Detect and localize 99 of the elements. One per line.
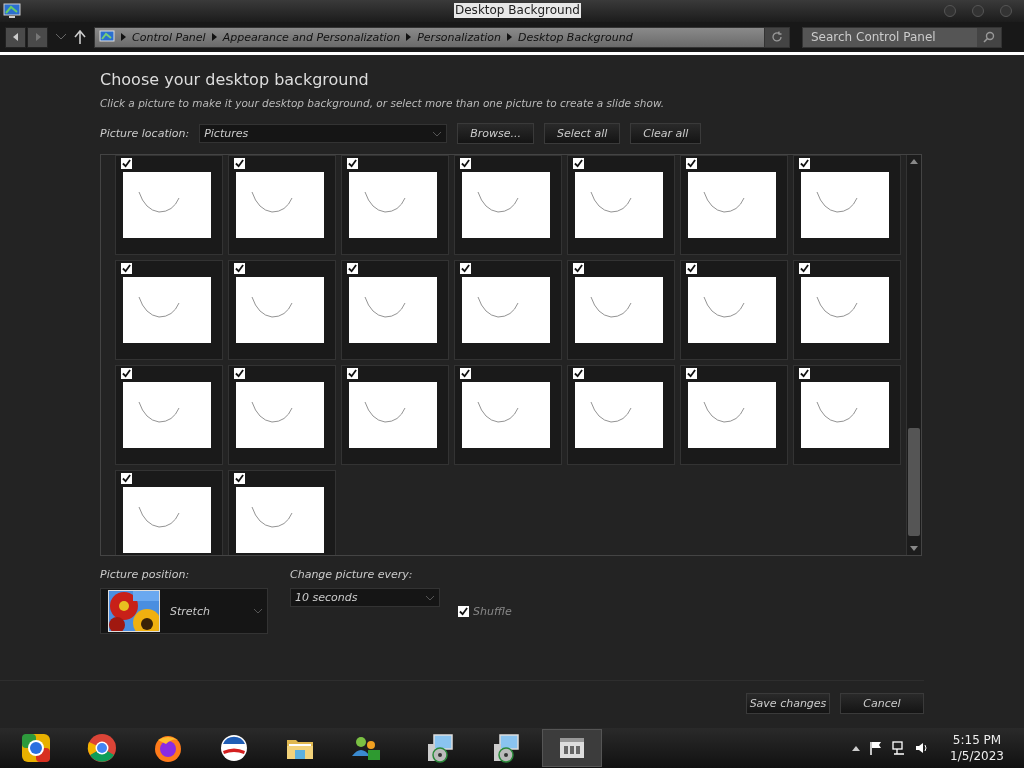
shuffle-checkbox[interactable] — [458, 605, 469, 617]
thumbnail-tile[interactable] — [341, 260, 449, 360]
checkbox[interactable] — [799, 158, 810, 169]
thumbnail-tile[interactable] — [115, 155, 223, 255]
breadcrumb-link[interactable]: Personalization — [417, 30, 501, 44]
thumbnail-tile[interactable] — [115, 365, 223, 465]
thumbnail-tile[interactable] — [567, 155, 675, 255]
thumbnail-tile[interactable] — [680, 155, 788, 255]
page-heading: Choose your desktop background — [100, 70, 370, 91]
show-hidden-icons-icon[interactable] — [852, 745, 861, 751]
volume-icon[interactable] — [915, 741, 930, 755]
forward-button[interactable] — [27, 26, 48, 48]
scroll-down-icon[interactable] — [910, 546, 918, 551]
checkbox[interactable] — [460, 368, 471, 379]
up-arrow-icon[interactable] — [74, 30, 86, 44]
checkbox[interactable] — [799, 263, 810, 274]
chevron-icon[interactable] — [406, 33, 412, 41]
refresh-icon — [771, 31, 783, 43]
checkbox[interactable] — [460, 158, 471, 169]
checkbox[interactable] — [573, 368, 584, 379]
thumbnail-tile[interactable] — [454, 260, 562, 360]
breadcrumb-link[interactable]: Desktop Background — [518, 30, 633, 44]
checkbox[interactable] — [121, 473, 132, 484]
checkbox[interactable] — [347, 368, 358, 379]
dialog-button[interactable]: Save changes — [746, 693, 830, 714]
breadcrumb-link[interactable]: Appearance and Personalization — [222, 30, 401, 44]
flag-icon[interactable] — [869, 741, 884, 755]
dialog-button[interactable]: Cancel — [840, 693, 924, 714]
checkbox[interactable] — [347, 158, 358, 169]
scrollbar-thumb[interactable] — [908, 428, 920, 536]
clock-date: 1/5/2023 — [950, 748, 1004, 764]
window-title: Desktop Background — [454, 3, 581, 18]
checkbox[interactable] — [234, 368, 245, 379]
checkbox[interactable] — [234, 158, 245, 169]
picture-location-dropdown[interactable]: Pictures — [199, 124, 448, 143]
interval-dropdown[interactable]: 10 seconds — [290, 588, 440, 607]
thumbnail-tile[interactable] — [680, 260, 788, 360]
thumbnail-tile[interactable] — [341, 365, 449, 465]
taskbar-button[interactable] — [542, 729, 602, 767]
checkbox[interactable] — [573, 158, 584, 169]
checkbox[interactable] — [799, 368, 810, 379]
thumbnail-tile[interactable] — [228, 155, 336, 255]
thumbnail-tile[interactable] — [341, 155, 449, 255]
back-button[interactable] — [5, 26, 26, 48]
thumbnail-tile[interactable] — [567, 365, 675, 465]
change-picture-label: Change picture every: — [290, 568, 414, 581]
thumbnail-tile[interactable] — [567, 260, 675, 360]
thumbnail-tile[interactable] — [228, 470, 336, 555]
clock-time: 5:15 PM — [952, 732, 1002, 748]
checkbox[interactable] — [686, 158, 697, 169]
refresh-button[interactable] — [764, 27, 789, 47]
right-arrow-icon — [33, 33, 42, 41]
thumbnail-tile[interactable] — [680, 365, 788, 465]
thumbnail-tile[interactable] — [228, 365, 336, 465]
shuffle-label: Shuffle — [473, 604, 512, 618]
checkbox[interactable] — [234, 263, 245, 274]
toolbar-button[interactable]: Browse... — [457, 123, 534, 144]
thumbnail-tile[interactable] — [115, 470, 223, 555]
chevron-icon[interactable] — [211, 33, 217, 41]
network-icon[interactable] — [892, 741, 907, 755]
toolbar-button[interactable]: Clear all — [630, 123, 702, 144]
picture-position-dropdown[interactable]: Stretch — [100, 588, 268, 634]
left-arrow-icon — [11, 33, 20, 41]
checkbox[interactable] — [347, 263, 358, 274]
picture-location-label: Picture location: — [100, 127, 190, 140]
checkbox[interactable] — [121, 158, 132, 169]
colorful-browser-icon — [20, 732, 52, 764]
browser-icon — [86, 732, 118, 764]
checkbox[interactable] — [234, 473, 245, 484]
vertical-scrollbar[interactable] — [906, 155, 921, 555]
picture-position-label: Picture position: — [100, 568, 191, 581]
instructions-text: Click a picture to make it your desktop background, or select more than one picture to create a slide show. — [100, 97, 666, 109]
monitor-icon — [3, 3, 21, 19]
scroll-up-icon[interactable] — [910, 159, 918, 164]
checkbox[interactable] — [686, 263, 697, 274]
thumbnail-tile[interactable] — [793, 155, 901, 255]
caret-icon — [433, 132, 442, 137]
circle-logo-icon — [218, 732, 250, 764]
checkbox[interactable] — [460, 263, 471, 274]
checkbox[interactable] — [686, 368, 697, 379]
checkbox[interactable] — [121, 368, 132, 379]
thumbnail-tile[interactable] — [454, 155, 562, 255]
breadcrumb-link[interactable]: Control Panel — [132, 30, 206, 44]
chevron-icon[interactable] — [507, 33, 512, 41]
caret-icon — [426, 596, 434, 601]
toolbar-button[interactable]: Select all — [543, 123, 621, 144]
address-bar[interactable]: Control Panel Appearance and Personalization Personalization Desktop Background — [94, 26, 790, 48]
control-panel-icon — [99, 30, 115, 44]
caret-icon — [254, 609, 262, 614]
clock[interactable]: 5:15 PM 1/5/2023 — [950, 732, 1004, 764]
thumbnail-tile[interactable] — [115, 260, 223, 360]
dropdown-caret-icon[interactable] — [56, 34, 66, 40]
checkbox[interactable] — [573, 263, 584, 274]
thumbnail-tile[interactable] — [228, 260, 336, 360]
checkbox[interactable] — [121, 263, 132, 274]
thumbnail-tile[interactable] — [793, 260, 901, 360]
thumbnail-tile[interactable] — [793, 365, 901, 465]
thumbnail-tile[interactable] — [454, 365, 562, 465]
chevron-icon[interactable] — [121, 33, 126, 41]
